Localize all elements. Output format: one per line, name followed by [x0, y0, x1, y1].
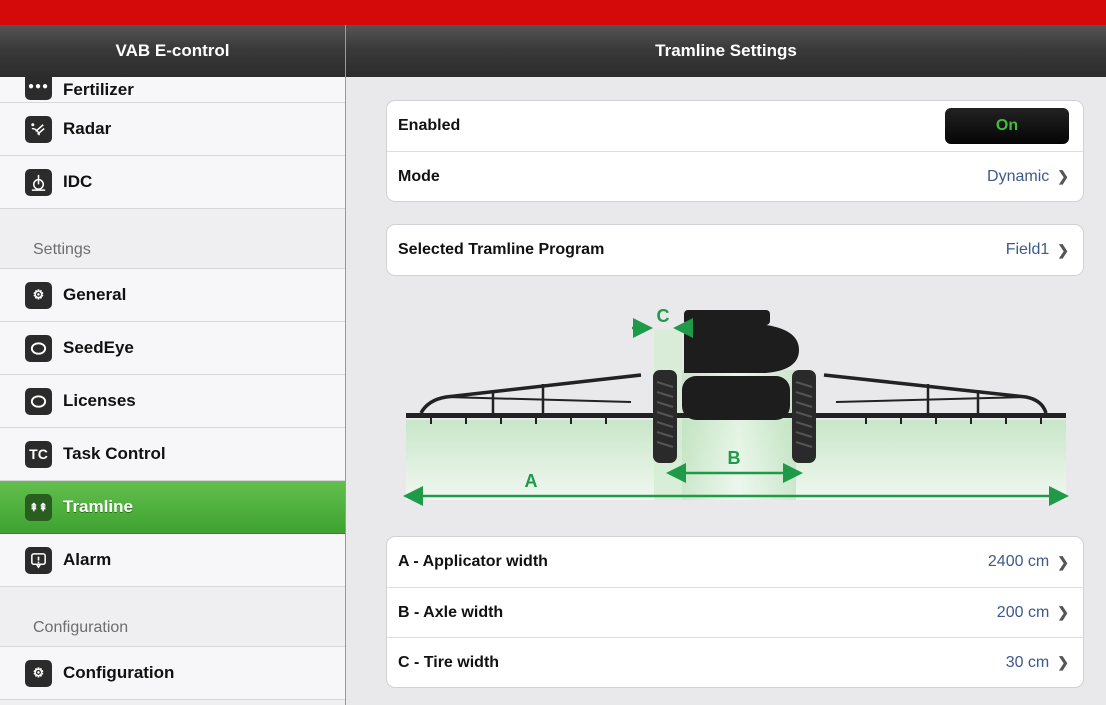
program-value-wrap: Field1 ❯	[1006, 241, 1069, 259]
alarm-icon	[25, 546, 52, 574]
label-a: A	[525, 471, 538, 491]
sidebar-item-general[interactable]: ⚙ General	[0, 269, 345, 322]
applicator-value: 2400 cm	[987, 553, 1050, 570]
tramline-icon: ⇞⇞	[25, 493, 52, 521]
sidebar-item-licenses[interactable]: Licenses	[0, 375, 345, 428]
section-header-settings: Settings	[0, 209, 345, 269]
sidebar-item-label: Task Control	[63, 444, 166, 463]
main-header: Tramline Settings	[346, 25, 1106, 77]
enabled-toggle[interactable]: On	[945, 108, 1069, 144]
section-label: Settings	[33, 241, 91, 258]
sidebar-item-idc[interactable]: IDC	[0, 156, 345, 209]
sidebar-item-tramline[interactable]: ⇞⇞ Tramline	[0, 481, 345, 534]
tire-width-row[interactable]: C - Tire width 30 cm ❯	[387, 637, 1083, 687]
main-panel: Tramline Settings Enabled On Mode Dynami…	[346, 25, 1106, 705]
applicator-label: A - Applicator width	[398, 553, 548, 570]
ring-icon	[25, 387, 52, 415]
sidebar-item-task-control[interactable]: TC Task Control	[0, 428, 345, 481]
sidebar-item-label: IDC	[63, 172, 93, 191]
applicator-value-wrap: 2400 cm ❯	[988, 553, 1069, 571]
tire-value: 30 cm	[1005, 653, 1050, 671]
sidebar-title: VAB E-control	[115, 41, 230, 60]
chevron-right-icon: ❯	[1057, 241, 1069, 258]
sidebar-item-fertilizer[interactable]: ●●● Fertilizer	[0, 77, 345, 103]
label-b: B	[728, 448, 741, 468]
seeder-body	[682, 310, 799, 420]
axle-value-wrap: 200 cm ❯	[997, 604, 1069, 622]
section-label: Configuration	[33, 619, 129, 636]
chevron-right-icon: ❯	[1057, 553, 1069, 570]
sidebar-item-label: Configuration	[63, 663, 175, 682]
dots-icon: ●●●	[25, 77, 52, 100]
sidebar-header: VAB E-control	[0, 25, 345, 77]
mode-value: Dynamic	[987, 167, 1050, 185]
top-red-bar	[0, 0, 1106, 25]
settings-group-enable: Enabled On Mode Dynamic ❯	[386, 100, 1084, 202]
sidebar-item-radar[interactable]: Radar	[0, 103, 345, 156]
tramline-diagram: C B A	[403, 306, 1069, 506]
chevron-right-icon: ❯	[1057, 168, 1069, 184]
settings-group-dimensions: A - Applicator width 2400 cm ❯ B - Axle …	[386, 536, 1084, 688]
mode-label: Mode	[398, 167, 440, 185]
sidebar-item-label: Fertilizer	[63, 80, 134, 99]
sidebar-item-seedeye[interactable]: SeedEye	[0, 322, 345, 375]
settings-group-program: Selected Tramline Program Field1 ❯	[386, 224, 1084, 276]
sidebar-item-configuration[interactable]: ⚙ Configuration	[0, 647, 345, 700]
gears-icon: ⚙	[25, 659, 52, 687]
section-header-configuration: Configuration	[0, 587, 345, 647]
tramline-program-row[interactable]: Selected Tramline Program Field1 ❯	[387, 225, 1083, 275]
mode-value-wrap: Dynamic ❯	[987, 168, 1069, 186]
sidebar: VAB E-control ●●● Fertilizer Radar IDC S…	[0, 25, 346, 705]
sidebar-item-label: Radar	[63, 119, 112, 138]
dimension-c: C	[632, 306, 693, 338]
radar-icon	[25, 115, 52, 143]
sidebar-item-alarm[interactable]: Alarm	[0, 534, 345, 587]
chevron-right-icon: ❯	[1057, 654, 1069, 670]
sidebar-list[interactable]: ●●● Fertilizer Radar IDC Settings ⚙ Gene…	[0, 77, 345, 700]
sidebar-item-label: Alarm	[63, 550, 112, 569]
chevron-right-icon: ❯	[1057, 604, 1069, 620]
gears-icon: ⚙	[25, 281, 52, 309]
program-label: Selected Tramline Program	[398, 241, 605, 258]
sidebar-item-label: General	[63, 285, 127, 304]
tc-icon: TC	[25, 440, 52, 468]
axle-label: B - Axle width	[398, 603, 504, 621]
applicator-width-row[interactable]: A - Applicator width 2400 cm ❯	[387, 537, 1083, 587]
idc-icon	[25, 168, 52, 196]
tire-label: C - Tire width	[398, 653, 500, 671]
ring-icon	[25, 334, 52, 362]
page-title: Tramline Settings	[655, 41, 797, 60]
sidebar-item-label: Licenses	[63, 391, 136, 410]
axle-width-row[interactable]: B - Axle width 200 cm ❯	[387, 587, 1083, 637]
enabled-row: Enabled On	[387, 101, 1083, 151]
sidebar-item-label: Tramline	[63, 497, 133, 516]
mode-row[interactable]: Mode Dynamic ❯	[387, 151, 1083, 201]
label-c: C	[657, 306, 670, 326]
axle-value: 200 cm	[996, 603, 1050, 621]
enabled-label: Enabled	[398, 117, 461, 134]
sidebar-item-label: SeedEye	[63, 338, 134, 357]
tire-value-wrap: 30 cm ❯	[1006, 654, 1069, 672]
program-value: Field1	[1005, 241, 1050, 258]
toggle-label: On	[995, 117, 1019, 134]
